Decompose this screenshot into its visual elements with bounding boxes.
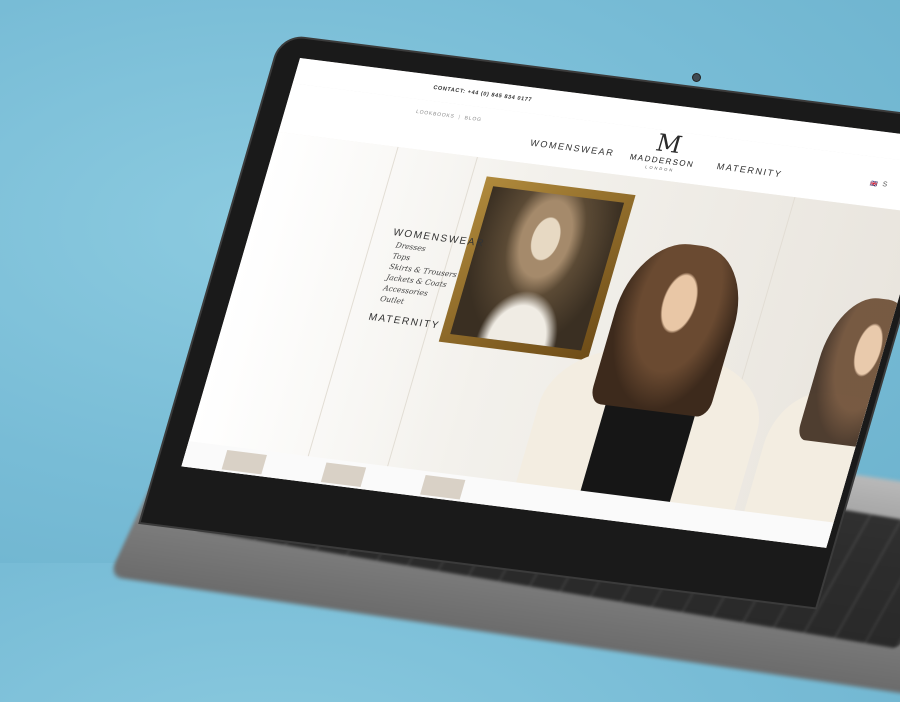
- website-screen: CONTACT: +44 (0) 845 834 0177 LOOKBOOKS |…: [181, 58, 900, 548]
- product-thumbnail[interactable]: [221, 449, 267, 475]
- uk-flag-icon[interactable]: 🇬🇧: [869, 181, 878, 189]
- contact-phone[interactable]: CONTACT: +44 (0) 845 834 0177: [432, 85, 532, 103]
- webcam-icon: [693, 74, 700, 81]
- utility-separator: |: [457, 114, 462, 121]
- lookbooks-link[interactable]: LOOKBOOKS: [415, 109, 455, 120]
- site-logo[interactable]: M MADDERSON LONDON: [624, 129, 704, 176]
- product-thumbnail[interactable]: [320, 462, 367, 487]
- menu-heading-maternity[interactable]: MATERNITY: [367, 312, 461, 334]
- language-label[interactable]: S: [881, 181, 888, 188]
- second-model-portrait: [796, 293, 900, 451]
- product-thumbnail[interactable]: [420, 475, 466, 500]
- utility-links: LOOKBOOKS | BLOG: [415, 109, 482, 123]
- nav-womenswear[interactable]: WOMENSWEAR: [529, 138, 616, 158]
- nav-maternity[interactable]: MATERNITY: [716, 161, 784, 179]
- painting-dress: [476, 285, 570, 348]
- blog-link[interactable]: BLOG: [464, 115, 483, 123]
